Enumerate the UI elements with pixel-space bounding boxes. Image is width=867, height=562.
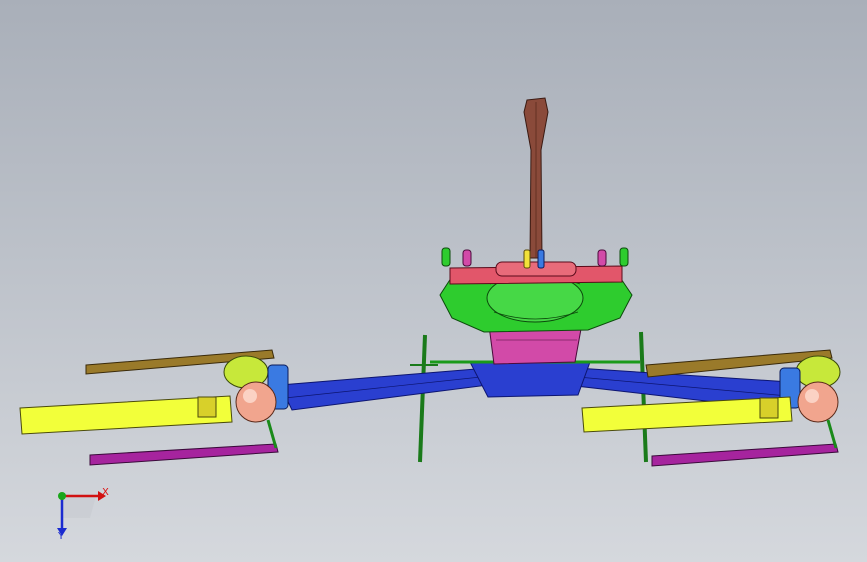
mast-part[interactable]	[523, 97, 549, 259]
x-axis-label: X	[102, 487, 109, 498]
arm-left[interactable]	[279, 367, 497, 411]
3d-viewport[interactable]: X Y	[0, 0, 867, 562]
quadcopter-model[interactable]	[0, 0, 867, 562]
triad-plane	[62, 496, 96, 518]
top-caps[interactable]	[449, 261, 623, 285]
landing-leg-left[interactable]	[410, 334, 438, 463]
pod-right[interactable]	[797, 381, 839, 423]
front-beam-right[interactable]	[581, 396, 793, 433]
y-axis-label: Y	[58, 531, 65, 542]
pod-left[interactable]	[235, 381, 277, 423]
front-beam-left[interactable]	[19, 395, 233, 435]
origin-icon	[58, 492, 66, 500]
landing-leg-right[interactable]	[639, 331, 648, 463]
